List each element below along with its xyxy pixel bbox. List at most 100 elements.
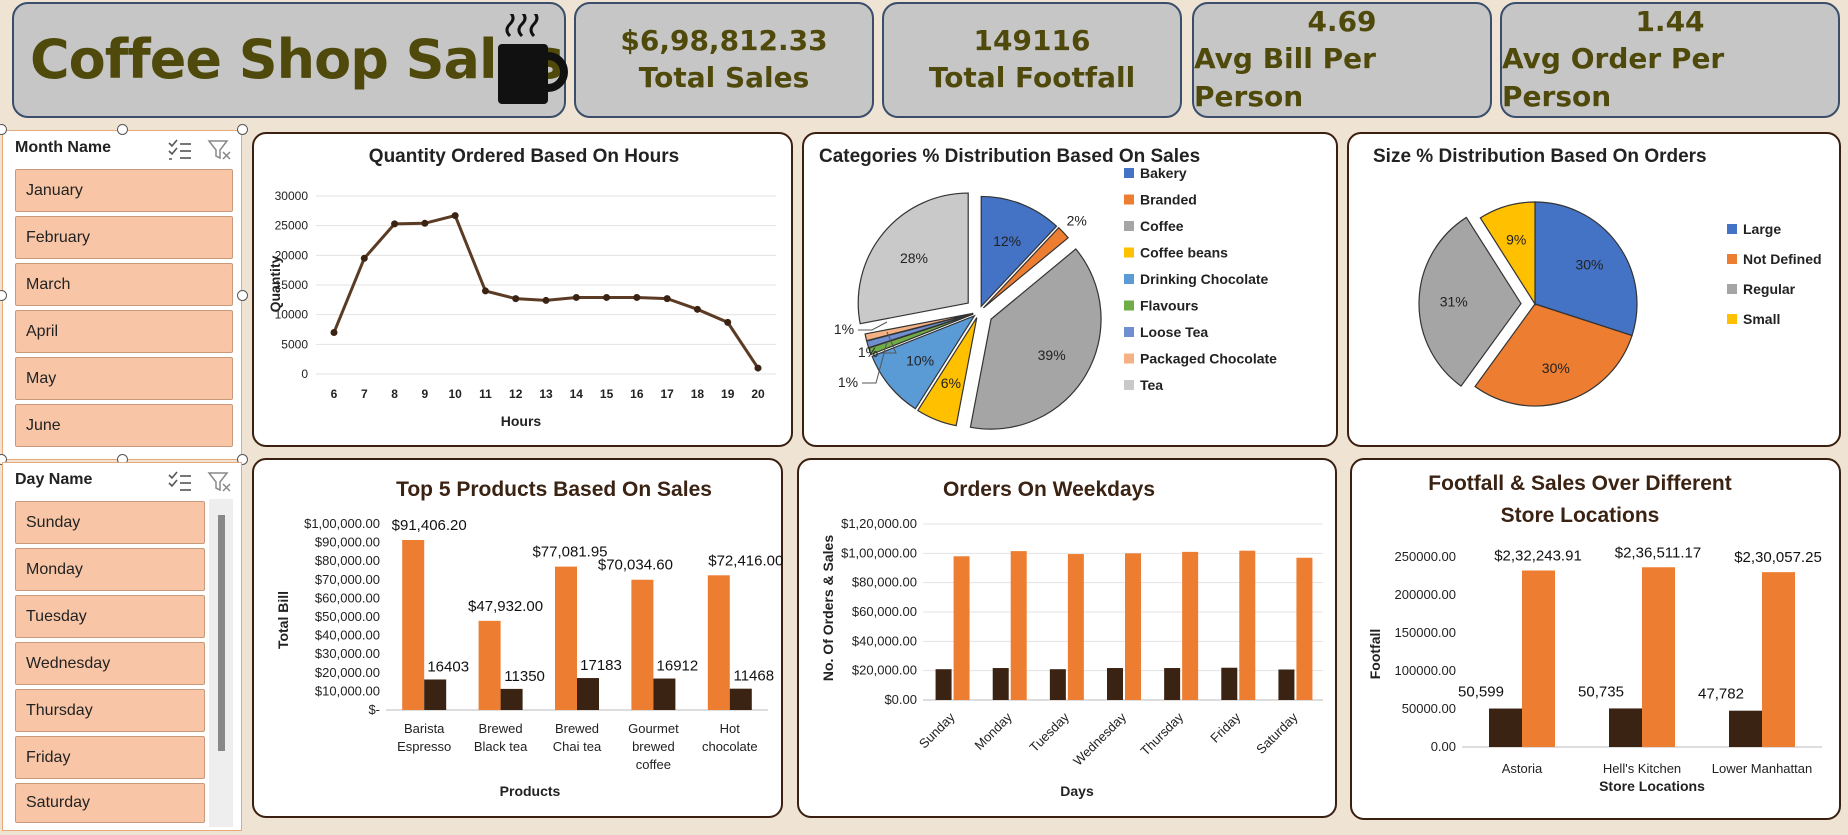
legend-swatch: [1124, 327, 1134, 337]
data-point: [572, 293, 580, 301]
chart-title: Footfall & Sales Over Different Store Loc…: [1428, 472, 1731, 527]
data-label: 2%: [1067, 212, 1087, 228]
y-tick-label: $1,00,000.00: [304, 516, 380, 531]
data-label: 10%: [906, 353, 934, 369]
chart-title: Categories % Distribution Based On Sales: [819, 146, 1200, 167]
data-label: 11468: [733, 668, 774, 685]
bar: [1164, 668, 1181, 700]
scrollbar-track[interactable]: [209, 499, 233, 827]
x-tick-label: 13: [539, 387, 553, 401]
x-tick-label: Black tea: [474, 739, 528, 754]
resize-handle[interactable]: [117, 124, 128, 135]
size-pie-chart: Size % Distribution Based On Orders 30% 30…: [1373, 146, 1822, 407]
bar: [1049, 669, 1066, 700]
bar: [935, 669, 952, 700]
slicer-header: Day Name: [15, 471, 93, 488]
data-point: [603, 293, 611, 301]
x-tick-label: coffee: [636, 757, 671, 772]
kpi-label: Avg Bill Per Person: [1194, 42, 1376, 113]
data-label: 12%: [993, 233, 1021, 249]
weekdays-chart: Orders On Weekdays $0.00 $20,000.00 $40,000…: [820, 478, 1323, 799]
slicer-item-march[interactable]: March: [15, 263, 233, 306]
bar: [424, 679, 447, 710]
y-axis-label: Footfall: [1367, 629, 1383, 680]
slicer-item-wednesday[interactable]: Wednesday: [15, 642, 205, 685]
data-point: [391, 220, 399, 228]
bar: [1239, 550, 1256, 700]
x-tick-label: Monday: [972, 709, 1016, 753]
slicer-item-june[interactable]: June: [15, 404, 233, 447]
data-point: [724, 318, 732, 326]
y-tick-label: $80,000.00: [315, 553, 380, 568]
y-tick-label: $40,000.00: [852, 633, 917, 648]
bar: [478, 620, 501, 710]
slicer-item-thursday[interactable]: Thursday: [15, 689, 205, 732]
clear-filter-icon[interactable]: [207, 471, 233, 493]
data-label: 16403: [427, 658, 469, 675]
data-label: 50,599: [1458, 684, 1504, 701]
multi-select-icon[interactable]: [167, 139, 193, 161]
y-tick-label: $20,000.00: [852, 663, 917, 678]
bar: [1522, 570, 1555, 747]
data-label: 6%: [941, 375, 961, 391]
y-axis-label: No. Of Orders & Sales: [820, 535, 836, 681]
data-label: 28%: [900, 250, 928, 266]
resize-handle[interactable]: [237, 290, 248, 301]
x-tick-label: Astoria: [1502, 761, 1543, 776]
title-card: Coffee Shop Sales: [12, 2, 568, 118]
data-label: 16912: [657, 658, 699, 675]
legend-label: Coffee: [1140, 218, 1184, 234]
data-label: $2,36,511.17: [1615, 544, 1701, 561]
slicer-item-friday[interactable]: Friday: [15, 736, 205, 779]
scrollbar-thumb[interactable]: [218, 515, 225, 751]
slicer-item-sunday[interactable]: Sunday: [15, 501, 205, 544]
bar: [1296, 557, 1313, 700]
data-point: [512, 295, 520, 303]
slicer-item-may[interactable]: May: [15, 357, 233, 400]
x-tick-label: 9: [422, 387, 429, 401]
kpi-value: 4.69: [1307, 5, 1377, 38]
legend-swatch: [1727, 284, 1737, 294]
top-products-chart: Top 5 Products Based On Sales $- $10,000.0…: [275, 478, 783, 799]
bar: [653, 678, 676, 710]
bar: [1489, 708, 1522, 747]
slicer-item-january[interactable]: January: [15, 169, 233, 212]
legend-label: Flavours: [1140, 298, 1199, 314]
bar: [729, 688, 752, 710]
x-tick-label: 20: [751, 387, 765, 401]
top-products-card: Top 5 Products Based On Sales $- $10,000.0…: [252, 458, 783, 818]
slicer-item-saturday[interactable]: Saturday: [15, 783, 205, 823]
clear-filter-icon[interactable]: [207, 139, 233, 161]
x-tick-label: Saturday: [1253, 709, 1301, 757]
kpi-avg-order: 1.44 Avg Order Per Person: [1500, 2, 1840, 118]
kpi-label: Total Footfall: [928, 61, 1136, 94]
kpi-value: 1.44: [1635, 5, 1705, 38]
x-tick-label: 8: [391, 387, 398, 401]
data-label: 17183: [580, 657, 622, 674]
kpi-label: Total Sales: [638, 61, 810, 94]
bar: [402, 539, 425, 710]
kpi-total-sales: $6,98,812.33 Total Sales: [574, 2, 874, 118]
legend-label: Large: [1743, 221, 1781, 237]
x-tick-label: Friday: [1207, 709, 1243, 745]
x-tick-label: chocolate: [702, 739, 758, 754]
kpi-label: Avg Order Per Person: [1502, 42, 1725, 113]
y-tick-label: 250000.00: [1395, 549, 1456, 564]
legend-swatch: [1124, 221, 1134, 231]
bar: [1125, 553, 1141, 700]
slicer-item-april[interactable]: April: [15, 310, 233, 353]
slicer-item-february[interactable]: February: [15, 216, 233, 259]
slicer-item-monday[interactable]: Monday: [15, 548, 205, 591]
multi-select-icon[interactable]: [167, 471, 193, 493]
x-tick-label: 16: [630, 387, 644, 401]
bar: [1642, 567, 1675, 747]
size-card: Size % Distribution Based On Orders 30% 30…: [1347, 132, 1841, 447]
x-tick-label: 10: [448, 387, 462, 401]
resize-handle[interactable]: [237, 124, 248, 135]
legend-label: Small: [1743, 311, 1780, 327]
slicer-item-tuesday[interactable]: Tuesday: [15, 595, 205, 638]
y-tick-label: $90,000.00: [315, 535, 380, 550]
y-tick-label: $70,000.00: [315, 572, 380, 587]
x-tick-label: Lower Manhattan: [1712, 761, 1812, 776]
data-label: 47,782: [1698, 686, 1744, 703]
